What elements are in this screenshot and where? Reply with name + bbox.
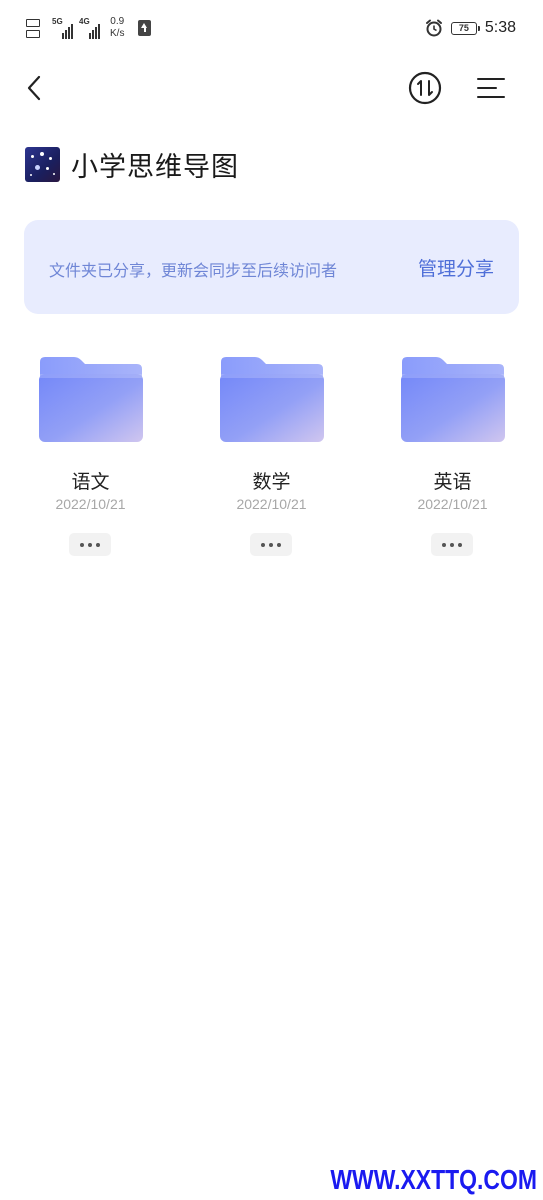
page-title: 小学思维导图	[71, 151, 239, 183]
sort-button[interactable]	[407, 70, 443, 106]
more-dot-icon	[442, 542, 446, 547]
folder-date: 2022/10/21	[236, 496, 307, 512]
chevron-left-icon	[27, 75, 41, 101]
network-speed: 0.9 K/s	[110, 16, 124, 40]
folder-icon	[39, 357, 143, 442]
folder-item-math[interactable]: 数学 2022/10/21	[181, 354, 362, 564]
more-dot-icon	[458, 542, 462, 547]
signal-sim2-icon: 4G	[79, 17, 100, 39]
network-speed-unit: K/s	[110, 28, 125, 39]
sort-toggle-icon	[408, 71, 442, 105]
folder-name: 语文	[71, 471, 110, 493]
status-bar: 5G 4G 0.9 K/s 75 5:38	[0, 0, 543, 60]
folder-item-english[interactable]: 英语 2022/10/21	[362, 354, 543, 564]
nav-bar	[0, 60, 543, 116]
network-speed-value: 0.9	[110, 16, 125, 27]
battery-level: 75	[458, 23, 469, 33]
share-status-text: 文件夹已分享，更新会同步至后续访问者	[49, 261, 338, 280]
more-dot-icon	[88, 542, 92, 547]
back-button[interactable]	[18, 72, 50, 104]
more-options-button[interactable]	[250, 533, 292, 556]
alarm-icon	[425, 19, 442, 37]
upload-notification-icon	[138, 20, 152, 36]
more-options-button[interactable]	[69, 533, 111, 556]
folder-icon	[220, 357, 324, 442]
sim2-network-label: 4G	[79, 17, 90, 26]
share-banner: 文件夹已分享，更新会同步至后续访问者 管理分享	[24, 220, 519, 314]
more-dot-icon	[450, 542, 454, 547]
folder-name: 数学	[252, 471, 291, 493]
battery-icon: 75	[450, 21, 480, 35]
sim-card-icon	[26, 18, 46, 38]
clock: 5:38	[484, 19, 516, 36]
folder-cover-thumbnail	[25, 146, 60, 182]
sim1-network-label: 5G	[52, 17, 63, 26]
manage-share-button[interactable]: 管理分享	[418, 254, 494, 281]
title-row: 小学思维导图	[25, 144, 239, 184]
folder-name: 英语	[433, 471, 472, 493]
watermark: WWW.XXTTQ.COM	[330, 1164, 537, 1195]
more-dot-icon	[269, 542, 273, 547]
more-dot-icon	[96, 542, 100, 547]
signal-sim1-icon: 5G	[52, 17, 73, 39]
more-dot-icon	[80, 542, 84, 547]
folder-date: 2022/10/21	[417, 496, 488, 512]
more-dot-icon	[261, 542, 265, 547]
more-dot-icon	[277, 542, 281, 547]
folder-item-chinese[interactable]: 语文 2022/10/21	[0, 354, 181, 564]
folder-date: 2022/10/21	[55, 496, 126, 512]
folder-icon	[401, 357, 505, 442]
status-left: 5G 4G 0.9 K/s	[26, 16, 152, 40]
menu-icon	[477, 78, 505, 98]
menu-button[interactable]	[474, 72, 508, 104]
status-right: 75 5:38	[425, 19, 516, 37]
more-options-button[interactable]	[431, 533, 473, 556]
